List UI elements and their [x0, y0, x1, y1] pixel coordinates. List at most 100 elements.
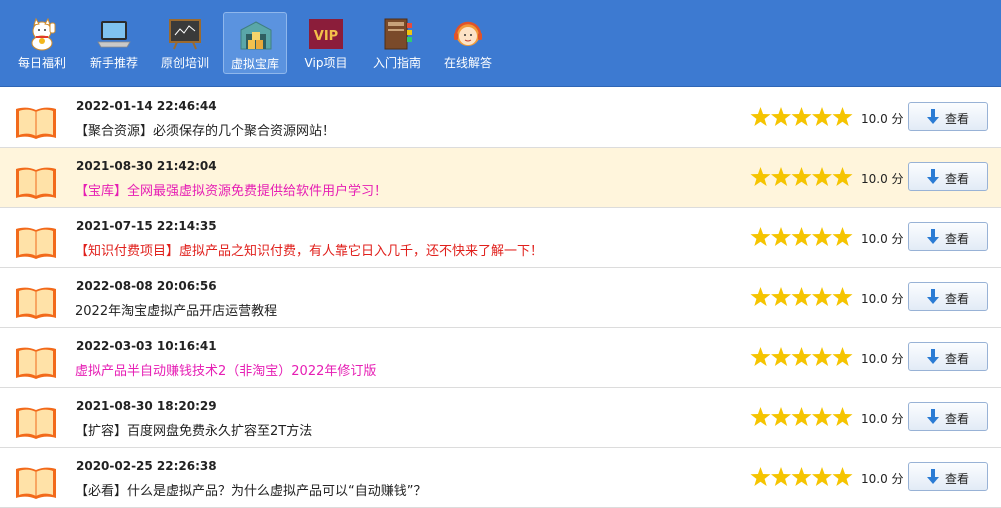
item-title[interactable]: 【知识付费项目】虚拟产品之知识付费，有人靠它日入几千，还不快来了解一下！ [75, 240, 543, 259]
rating-stars [750, 167, 853, 186]
view-button-label: 查看 [945, 232, 970, 246]
toolbar-item-virtual-vault[interactable]: 虚拟宝库 [223, 12, 287, 74]
star-icon [791, 467, 812, 486]
star-icon [750, 107, 771, 126]
list-item[interactable]: 2021-07-15 22:14:35 【知识付费项目】虚拟产品之知识付费，有人… [0, 208, 1001, 268]
list-item[interactable]: 2022-03-03 10:16:41 虚拟产品半自动赚钱技术2（非淘宝）202… [0, 328, 1001, 388]
list-item[interactable]: 2020-02-25 22:26:38 【必看】什么是虚拟产品？为什么虚拟产品可… [0, 448, 1001, 508]
view-button-label: 查看 [945, 172, 970, 186]
item-title[interactable]: 虚拟产品半自动赚钱技术2（非淘宝）2022年修订版 [75, 360, 376, 379]
download-arrow-icon [927, 469, 939, 484]
star-icon [791, 227, 812, 246]
open-book-icon [16, 167, 56, 199]
open-book-icon [16, 107, 56, 139]
download-arrow-icon [927, 169, 939, 184]
star-icon [812, 407, 832, 426]
item-title[interactable]: 【宝库】全网最强虚拟资源免费提供给软件用户学习！ [75, 180, 387, 199]
support-agent-icon [454, 21, 482, 46]
list-item[interactable]: 2022-08-08 20:06:56 2022年淘宝虚拟产品开店运营教程 10… [0, 268, 1001, 328]
download-arrow-icon [927, 109, 939, 124]
item-score: 10.0 分 [861, 232, 904, 246]
star-icon [750, 287, 771, 306]
star-icon [771, 467, 791, 486]
star-icon [812, 167, 832, 186]
star-icon [750, 167, 771, 186]
star-icon [750, 407, 771, 426]
open-book-icon [16, 287, 56, 319]
star-icon [791, 347, 812, 366]
star-icon [812, 347, 832, 366]
rating-stars [750, 467, 853, 486]
toolbar-label: 虚拟宝库 [230, 57, 279, 71]
star-icon [832, 347, 853, 366]
view-button[interactable]: 查看 [908, 402, 988, 431]
item-title[interactable]: 【必看】什么是虚拟产品？为什么虚拟产品可以“自动赚钱”？ [75, 480, 426, 499]
item-score: 10.0 分 [861, 172, 904, 186]
laptop-icon [97, 21, 131, 48]
item-title[interactable]: 2022年淘宝虚拟产品开店运营教程 [75, 300, 277, 319]
toolbar-label: 新手推荐 [89, 56, 138, 70]
toolbar-item-newbie-picks[interactable]: 新手推荐 [82, 12, 146, 74]
item-date: 2021-07-15 22:14:35 [76, 219, 217, 233]
view-button-label: 查看 [945, 292, 970, 306]
toolbar: 每日福利 新手推荐 原创培训 虚拟宝库 VIP Vip项目 入门指南 在线解答 [0, 0, 1001, 87]
list-item[interactable]: 2021-08-30 21:42:04 【宝库】全网最强虚拟资源免费提供给软件用… [0, 148, 1001, 208]
rating-stars [750, 347, 853, 366]
view-button[interactable]: 查看 [908, 282, 988, 311]
toolbar-item-getting-started[interactable]: 入门指南 [365, 12, 429, 74]
toolbar-item-original-training[interactable]: 原创培训 [153, 12, 217, 74]
download-arrow-icon [927, 229, 939, 244]
star-icon [812, 107, 832, 126]
star-icon [771, 407, 791, 426]
view-button[interactable]: 查看 [908, 162, 988, 191]
star-icon [791, 407, 812, 426]
star-icon [832, 167, 853, 186]
toolbar-item-online-support[interactable]: 在线解答 [436, 12, 500, 74]
view-button[interactable]: 查看 [908, 102, 988, 131]
item-date: 2021-08-30 21:42:04 [76, 159, 217, 173]
lucky-cat-icon [31, 17, 56, 51]
download-arrow-icon [927, 409, 939, 424]
view-button-label: 查看 [945, 472, 970, 486]
item-title[interactable]: 【扩容】百度网盘免费永久扩容至2T方法 [75, 420, 312, 439]
open-book-icon [16, 407, 56, 439]
view-button-label: 查看 [945, 112, 970, 126]
open-book-icon [16, 467, 56, 499]
item-date: 2021-08-30 18:20:29 [76, 399, 217, 413]
item-title[interactable]: 【聚合资源】必须保存的几个聚合资源网站！ [75, 120, 335, 139]
item-date: 2022-03-03 10:16:41 [76, 339, 217, 353]
view-button[interactable]: 查看 [908, 342, 988, 371]
star-icon [832, 107, 853, 126]
item-score: 10.0 分 [861, 472, 904, 486]
toolbar-label: 每日福利 [17, 56, 66, 70]
star-icon [832, 407, 853, 426]
item-date: 2022-08-08 20:06:56 [76, 279, 217, 293]
item-score: 10.0 分 [861, 292, 904, 306]
svg-text:VIP: VIP [314, 29, 338, 44]
view-button-label: 查看 [945, 412, 970, 426]
star-icon [771, 227, 791, 246]
star-icon [832, 287, 853, 306]
view-button[interactable]: 查看 [908, 222, 988, 251]
star-icon [771, 347, 791, 366]
toolbar-item-daily-welfare[interactable]: 每日福利 [10, 12, 74, 74]
star-icon [832, 467, 853, 486]
list-item[interactable]: 2022-01-14 22:46:44 【聚合资源】必须保存的几个聚合资源网站！… [0, 88, 1001, 148]
download-arrow-icon [927, 289, 939, 304]
star-icon [812, 227, 832, 246]
star-icon [771, 287, 791, 306]
item-date: 2022-01-14 22:46:44 [76, 99, 217, 113]
open-book-icon [16, 347, 56, 379]
star-icon [791, 287, 812, 306]
view-button[interactable]: 查看 [908, 462, 988, 491]
warehouse-icon [240, 21, 272, 50]
guide-book-icon [384, 18, 412, 50]
list-item[interactable]: 2021-08-30 18:20:29 【扩容】百度网盘免费永久扩容至2T方法 … [0, 388, 1001, 448]
view-button-label: 查看 [945, 352, 970, 366]
star-icon [791, 107, 812, 126]
star-icon [750, 227, 771, 246]
toolbar-item-vip-projects[interactable]: VIP Vip项目 [294, 12, 358, 74]
star-icon [771, 107, 791, 126]
item-score: 10.0 分 [861, 352, 904, 366]
toolbar-label: 在线解答 [443, 56, 492, 70]
